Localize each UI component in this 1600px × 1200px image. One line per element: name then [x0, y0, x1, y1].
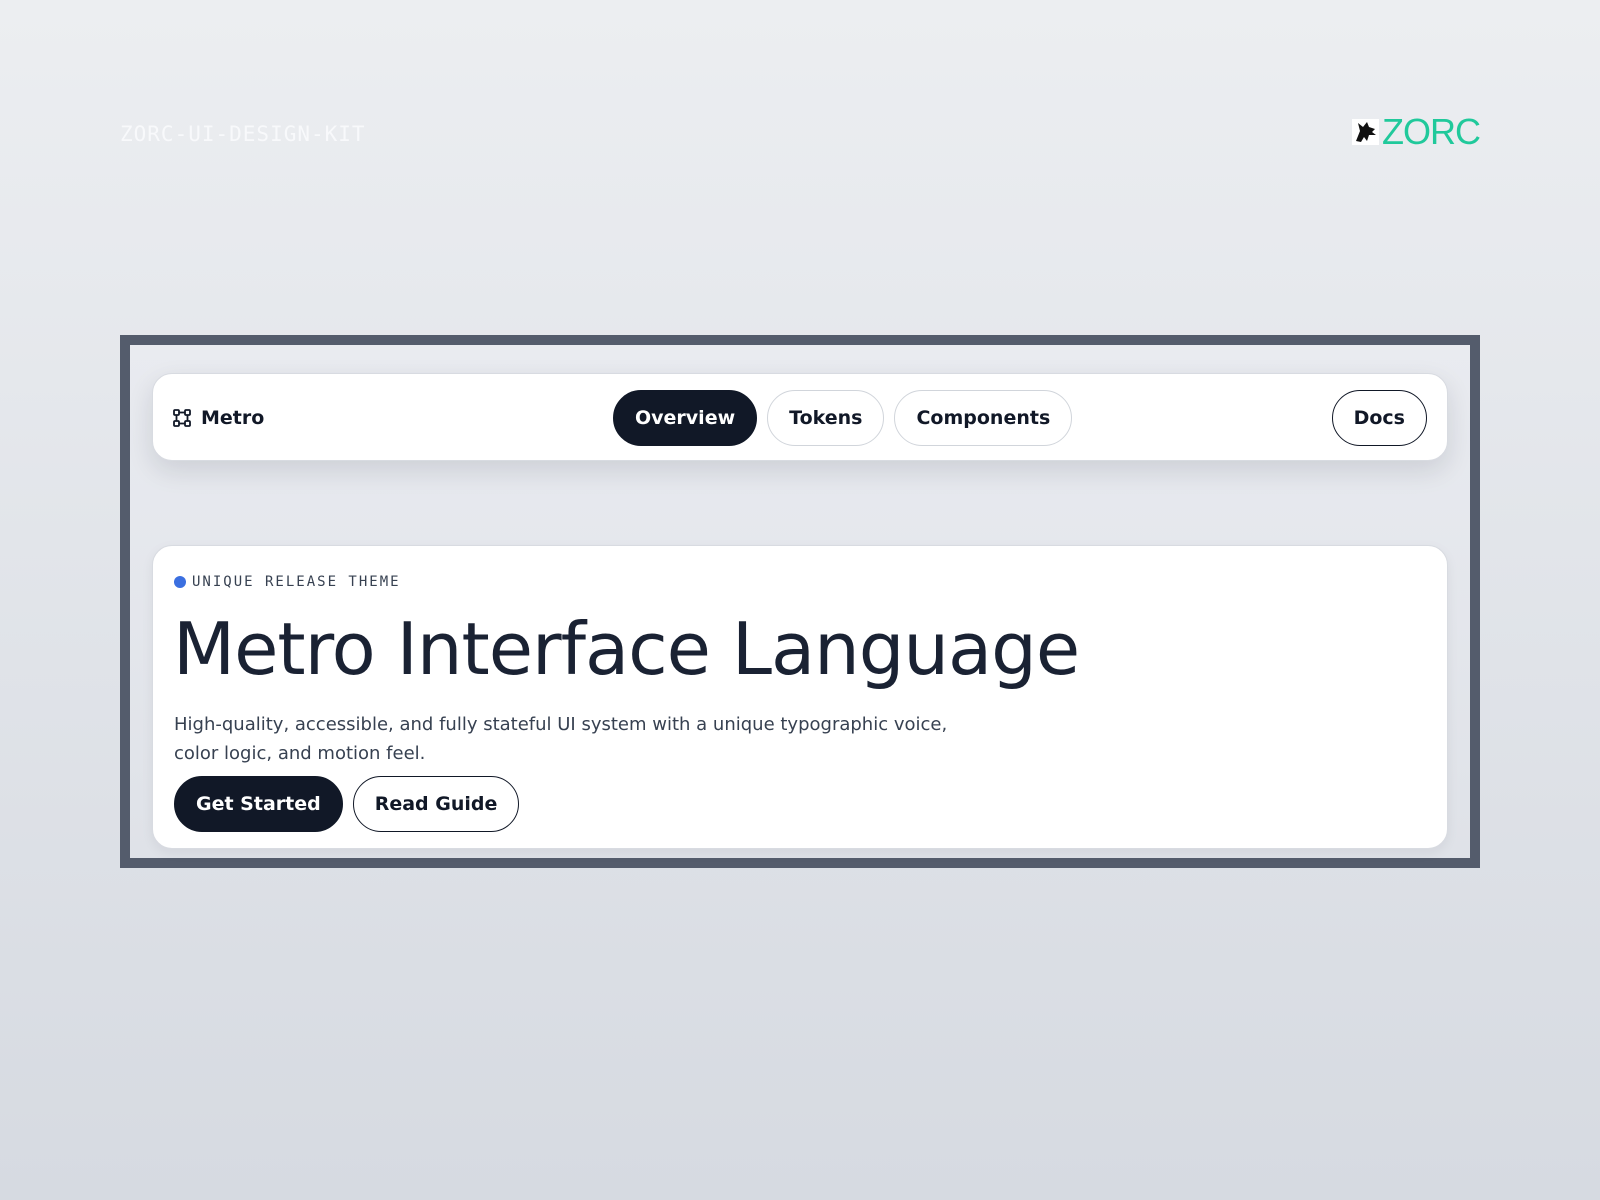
wolf-head-icon — [1352, 119, 1379, 145]
status-dot-icon — [174, 576, 186, 588]
hero-title: Metro Interface Language — [173, 607, 1080, 691]
tab-overview[interactable]: Overview — [613, 390, 758, 446]
hero-eyebrow: UNIQUE RELEASE THEME — [174, 574, 401, 590]
logo-wordmark: ZORC — [1382, 111, 1481, 152]
hero-card: UNIQUE RELEASE THEME Metro Interface Lan… — [152, 545, 1448, 849]
eyebrow-text: UNIQUE RELEASE THEME — [192, 574, 401, 590]
read-guide-button[interactable]: Read Guide — [352, 776, 520, 832]
tab-components[interactable]: Components — [894, 390, 1073, 446]
frame-select-icon — [173, 409, 191, 427]
kit-label: ZORC-UI-DESIGN-KIT — [120, 122, 366, 146]
docs-button[interactable]: Docs — [1331, 390, 1427, 446]
preview-frame: Metro Overview Tokens Components Docs UN… — [120, 335, 1480, 868]
nav-brand-name: Metro — [201, 407, 265, 429]
zorc-logo: ZORC — [1352, 111, 1481, 152]
hero-actions: Get Started Read Guide — [174, 776, 520, 832]
get-started-button[interactable]: Get Started — [174, 776, 343, 832]
preview-canvas: Metro Overview Tokens Components Docs UN… — [130, 345, 1470, 858]
hero-description: High-quality, accessible, and fully stat… — [174, 714, 948, 764]
tab-tokens[interactable]: Tokens — [767, 390, 885, 446]
nav-tabs: Overview Tokens Components — [613, 390, 1073, 446]
top-navbar: Metro Overview Tokens Components Docs — [152, 373, 1448, 461]
nav-brand[interactable]: Metro — [173, 374, 264, 462]
